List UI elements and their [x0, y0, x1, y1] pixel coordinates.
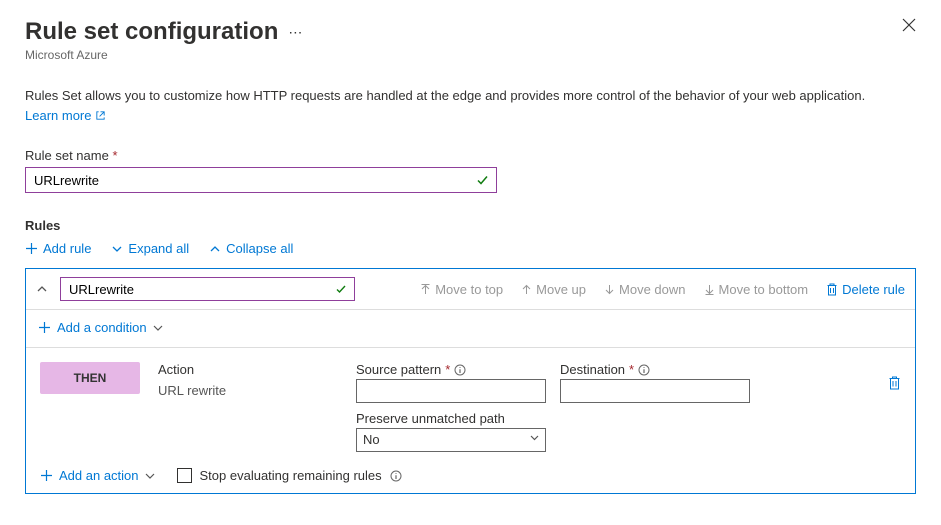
page-title: Rule set configuration — [25, 18, 278, 46]
ruleset-name-input[interactable] — [25, 167, 497, 193]
arrow-down-icon — [604, 284, 615, 295]
required-asterisk: * — [112, 148, 117, 163]
move-down-button[interactable]: Move down — [604, 282, 685, 297]
checkbox-box — [177, 468, 192, 483]
checkmark-icon — [335, 283, 347, 295]
add-condition-button[interactable]: Add a condition — [38, 320, 163, 335]
plus-icon — [40, 469, 53, 482]
learn-more-link[interactable]: Learn more — [25, 108, 106, 123]
preserve-label: Preserve unmatched path — [356, 411, 546, 426]
chevron-down-icon — [111, 243, 123, 255]
move-to-bottom-button[interactable]: Move to bottom — [704, 282, 809, 297]
action-label: Action — [158, 362, 338, 377]
page-subtitle: Microsoft Azure — [25, 48, 302, 62]
checkmark-icon — [476, 174, 489, 187]
destination-label: Destination * — [560, 362, 750, 377]
arrow-bottom-icon — [704, 284, 715, 295]
close-icon[interactable] — [902, 18, 916, 32]
collapse-rule-icon[interactable] — [36, 283, 48, 295]
move-up-button[interactable]: Move up — [521, 282, 586, 297]
move-to-top-button[interactable]: Move to top — [420, 282, 503, 297]
collapse-all-button[interactable]: Collapse all — [209, 241, 293, 256]
stop-evaluating-label: Stop evaluating remaining rules — [200, 468, 382, 483]
add-rule-button[interactable]: Add rule — [25, 241, 91, 256]
external-link-icon — [95, 110, 106, 121]
preserve-select[interactable]: No — [356, 428, 546, 452]
delete-rule-button[interactable]: Delete rule — [826, 282, 905, 297]
plus-icon — [25, 242, 38, 255]
learn-more-label: Learn more — [25, 108, 91, 123]
source-pattern-input[interactable] — [356, 379, 546, 403]
arrow-up-icon — [521, 284, 532, 295]
rules-section-header: Rules — [25, 218, 916, 233]
chevron-down-icon — [145, 471, 155, 481]
info-icon[interactable] — [638, 364, 650, 376]
expand-all-button[interactable]: Expand all — [111, 241, 189, 256]
info-icon[interactable] — [454, 364, 466, 376]
source-pattern-label: Source pattern * — [356, 362, 546, 377]
rule-name-input[interactable] — [60, 277, 355, 301]
description-text: Rules Set allows you to customize how HT… — [25, 87, 916, 105]
info-icon[interactable] — [390, 470, 402, 482]
chevron-down-icon — [153, 323, 163, 333]
arrow-top-icon — [420, 284, 431, 295]
delete-action-button[interactable] — [888, 362, 901, 390]
add-action-button[interactable]: Add an action — [40, 468, 155, 483]
trash-icon — [826, 283, 838, 296]
action-value: URL rewrite — [158, 383, 338, 398]
stop-evaluating-checkbox[interactable]: Stop evaluating remaining rules — [177, 468, 402, 483]
ruleset-name-label: Rule set name * — [25, 148, 916, 163]
plus-icon — [38, 321, 51, 334]
destination-input[interactable] — [560, 379, 750, 403]
chevron-up-icon — [209, 243, 221, 255]
rule-card: Move to top Move up Move down Move to bo… — [25, 268, 916, 494]
then-badge: THEN — [40, 362, 140, 394]
more-menu-icon[interactable]: ⋯ — [288, 24, 302, 41]
